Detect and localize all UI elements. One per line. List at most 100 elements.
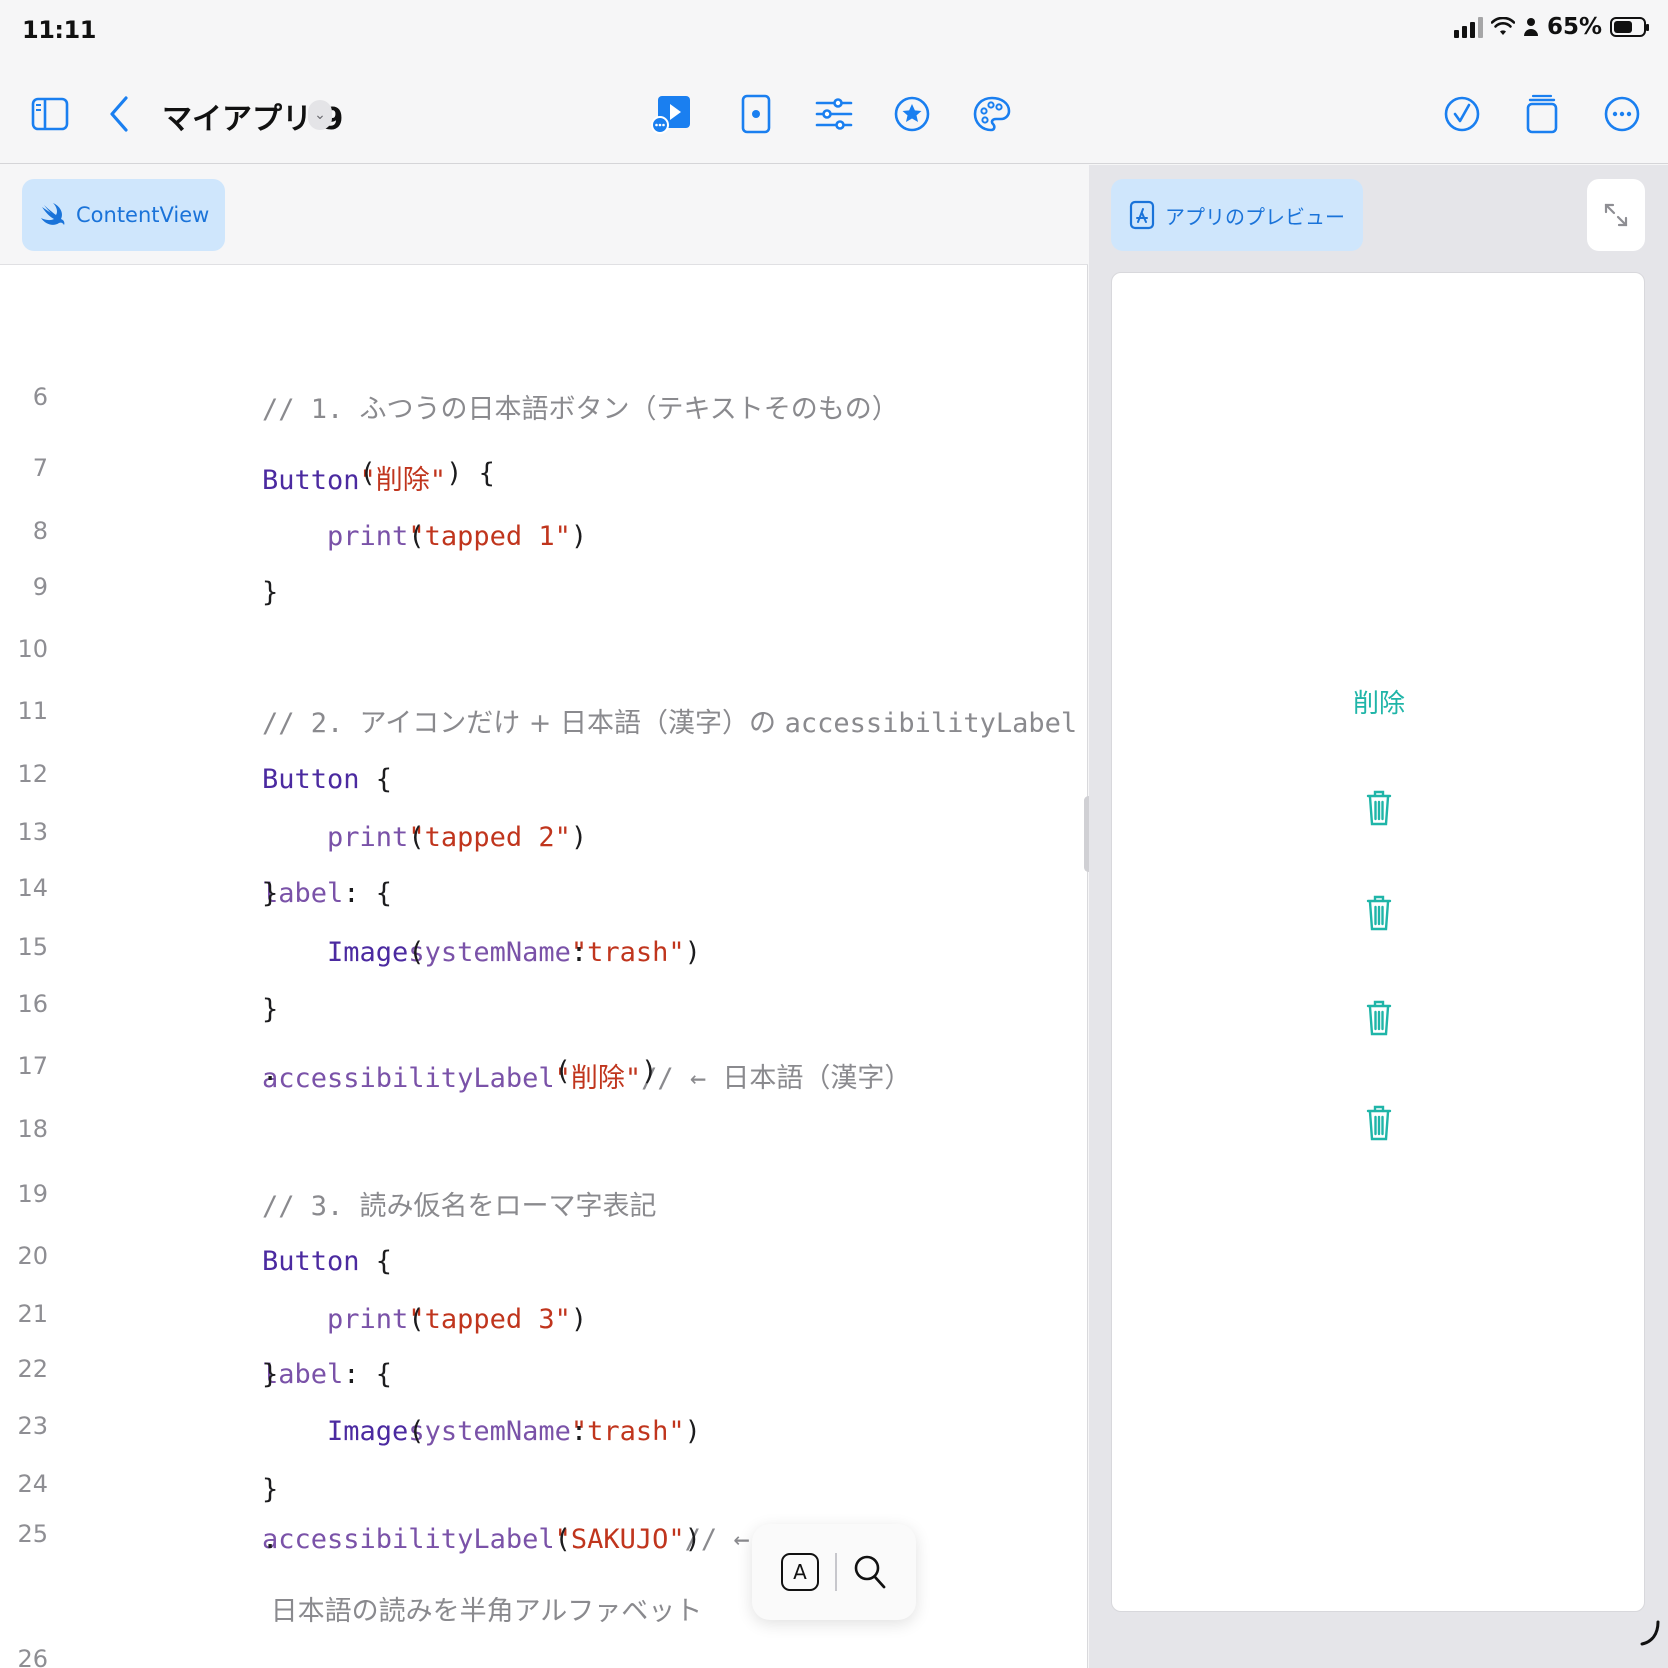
- person-icon: [1523, 18, 1538, 36]
- code-line[interactable]: 9}: [0, 573, 1088, 613]
- code-token: print: [262, 822, 409, 853]
- keyboard-icon[interactable]: A: [781, 1553, 819, 1591]
- code-token: (: [554, 1056, 571, 1087]
- copy-icon[interactable]: [1518, 90, 1566, 138]
- code-line[interactable]: 25 . accessibilityLabel("SAKUJO") // ←: [0, 1520, 1088, 1560]
- code-line[interactable]: 18: [0, 1115, 1088, 1155]
- line-number: 17: [17, 1052, 48, 1080]
- code-token: "tapped 2": [408, 822, 571, 853]
- code-line[interactable]: 20 Button {: [0, 1242, 1088, 1282]
- line-number: 23: [17, 1412, 48, 1440]
- line-number: 8: [32, 517, 48, 545]
- cellular-signal-icon: [1453, 16, 1483, 38]
- status-bar: 11:11 65%: [0, 0, 1668, 64]
- chevron-down-icon[interactable]: ⌄: [308, 100, 332, 130]
- code-token: }: [262, 577, 279, 608]
- star-icon[interactable]: [888, 90, 936, 138]
- code-text: print("tapped 1"): [262, 521, 587, 552]
- settings-sliders-icon[interactable]: [810, 90, 858, 138]
- code-token: (: [408, 937, 425, 968]
- line-number: 12: [17, 760, 48, 788]
- status-time: 11:11: [22, 16, 96, 44]
- tab-label: ContentView: [76, 203, 210, 227]
- code-text: . accessibilityLabel("削除") // ← 日本語（漢字）: [262, 1056, 911, 1095]
- code-token: // 2.: [262, 708, 360, 739]
- preview-pane: アプリのプレビュー 削除: [1089, 165, 1668, 1668]
- code-text: // 3. 読み仮名をローマ字表記: [262, 1184, 657, 1223]
- code-token: systemName: [408, 1416, 571, 1447]
- code-token: {: [359, 1246, 393, 1277]
- code-text: Button {: [262, 1246, 392, 1277]
- code-line[interactable]: 日本語の読みを半角アルファベット: [0, 1585, 1088, 1628]
- code-line[interactable]: 22} label: {: [0, 1355, 1088, 1395]
- code-text: 日本語の読みを半角アルファベット: [262, 1589, 703, 1628]
- code-editor[interactable]: ContentView 6 // 1. ふつうの日本語ボタン（テキストそのもの） 7…: [0, 165, 1088, 1668]
- code-area[interactable]: 6 // 1. ふつうの日本語ボタン（テキストそのもの） 7 Button("削除")…: [0, 265, 1088, 1668]
- line-number: 18: [17, 1115, 48, 1143]
- code-text: . accessibilityLabel("SAKUJO") // ←: [262, 1524, 750, 1555]
- more-icon[interactable]: [1598, 90, 1646, 138]
- code-line[interactable]: 15 Image(systemName: "trash"): [0, 933, 1088, 973]
- trash-icon[interactable]: [1362, 891, 1396, 935]
- code-line[interactable]: 24}: [0, 1470, 1088, 1510]
- code-line[interactable]: 7 Button("削除") {: [0, 454, 1088, 497]
- code-line[interactable]: 17 . accessibilityLabel("削除") // ← 日本語（漢字）: [0, 1052, 1088, 1095]
- palette-icon[interactable]: [968, 90, 1016, 138]
- code-line[interactable]: 10: [0, 635, 1088, 675]
- code-token: :: [570, 1416, 604, 1447]
- code-text: // 1. ふつうの日本語ボタン（テキストそのもの）: [262, 387, 899, 426]
- trash-icon[interactable]: [1362, 1101, 1396, 1145]
- code-line[interactable]: 13 print("tapped 2"): [0, 818, 1088, 858]
- back-chevron-icon[interactable]: [96, 90, 144, 138]
- preview-delete-button[interactable]: 削除: [1112, 683, 1646, 720]
- code-line[interactable]: 19 // 3. 読み仮名をローマ字表記: [0, 1180, 1088, 1223]
- code-text: print("tapped 2"): [262, 822, 587, 853]
- line-number: 7: [32, 454, 48, 482]
- code-text: Image(systemName: "trash"): [262, 937, 701, 968]
- code-token: // 3.: [262, 1191, 360, 1222]
- expand-preview-button[interactable]: [1587, 179, 1645, 251]
- sidebar-icon[interactable]: [26, 90, 74, 138]
- code-text: } label: {: [262, 1359, 392, 1390]
- line-number: 11: [17, 697, 48, 725]
- code-line[interactable]: 12 Button {: [0, 760, 1088, 800]
- tab-contentview[interactable]: ContentView: [22, 179, 226, 251]
- run-preview-icon[interactable]: [648, 90, 696, 138]
- code-token: (: [408, 1304, 425, 1335]
- code-token: 読み仮名をローマ字表記: [359, 1191, 657, 1222]
- search-icon[interactable]: [853, 1554, 887, 1590]
- code-line[interactable]: 21 print("tapped 3"): [0, 1300, 1088, 1340]
- device-icon[interactable]: [732, 90, 780, 138]
- trash-icon[interactable]: [1362, 786, 1396, 830]
- code-token: Button: [262, 465, 360, 496]
- code-text: } label: {: [262, 878, 392, 909]
- tab-app-preview[interactable]: アプリのプレビュー: [1111, 179, 1363, 251]
- code-token: print: [262, 1304, 409, 1335]
- code-token: }: [262, 878, 295, 909]
- code-line[interactable]: 8 print("tapped 1"): [0, 517, 1088, 557]
- code-token: (: [408, 822, 425, 853]
- line-number: 25: [17, 1520, 48, 1548]
- code-token: 日本語（漢字）: [722, 1063, 912, 1094]
- editor-quick-actions: A: [752, 1524, 916, 1620]
- line-number: 13: [17, 818, 48, 846]
- code-token: Button: [262, 764, 360, 795]
- code-token: ): [684, 937, 701, 968]
- code-text: Button("削除") {: [262, 458, 495, 497]
- divider: [835, 1553, 837, 1591]
- code-line[interactable]: 14} label: {: [0, 874, 1088, 914]
- checkmark-icon[interactable]: [1438, 90, 1486, 138]
- code-token: {: [359, 764, 393, 795]
- code-token: "tapped 1": [408, 521, 571, 552]
- code-line[interactable]: 23 Image(systemName: "trash"): [0, 1412, 1088, 1452]
- code-text: Image(systemName: "trash"): [262, 1416, 701, 1447]
- code-line[interactable]: 6 // 1. ふつうの日本語ボタン（テキストそのもの）: [0, 383, 1088, 426]
- code-token: ふつうの日本語ボタン（テキストそのもの）: [359, 394, 899, 425]
- code-token: "SAKUJO": [554, 1524, 685, 1555]
- code-line[interactable]: 11 // 2. アイコンだけ + 日本語（漢字）の accessibilityL…: [0, 697, 1088, 739]
- trash-icon[interactable]: [1362, 996, 1396, 1040]
- line-number: 15: [17, 933, 48, 961]
- code-token: // 1.: [262, 394, 360, 425]
- code-line[interactable]: 26: [0, 1645, 1088, 1668]
- code-line[interactable]: 16}: [0, 990, 1088, 1030]
